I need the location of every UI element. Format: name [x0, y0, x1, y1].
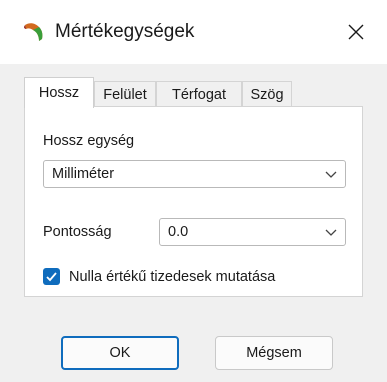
- close-button[interactable]: [340, 16, 372, 48]
- tab-szog[interactable]: Szög: [242, 81, 292, 107]
- precision-label: Pontosság: [43, 224, 112, 240]
- chevron-down-icon: [325, 229, 337, 236]
- dialog-body: Hossz Felület Térfogat Szög Hossz egység…: [0, 64, 387, 382]
- show-zero-decimals-label[interactable]: Nulla értékű tizedesek mutatása: [69, 267, 275, 287]
- precision-value: 0.0: [168, 224, 189, 240]
- tab-felulet[interactable]: Felület: [94, 81, 156, 107]
- app-logo-icon: [24, 23, 43, 41]
- precision-select[interactable]: 0.0: [159, 218, 346, 246]
- cancel-button[interactable]: Mégsem: [215, 336, 333, 370]
- length-unit-select[interactable]: Milliméter: [43, 160, 346, 188]
- close-icon: [348, 24, 364, 40]
- window-title: Mértékegységek: [55, 21, 195, 42]
- show-zero-decimals-checkbox[interactable]: [43, 268, 60, 285]
- checkmark-icon: [46, 272, 57, 282]
- title-bar: Mértékegységek: [0, 0, 387, 64]
- ok-button[interactable]: OK: [61, 336, 179, 370]
- length-unit-label: Hossz egység: [43, 133, 135, 149]
- chevron-down-icon: [325, 171, 337, 178]
- length-unit-value: Milliméter: [52, 166, 115, 182]
- tab-hossz[interactable]: Hossz: [24, 77, 94, 108]
- tab-panel-hossz: Hossz egység Milliméter Pontosság 0.0 Nu…: [24, 106, 363, 297]
- tab-terfogat[interactable]: Térfogat: [156, 81, 242, 107]
